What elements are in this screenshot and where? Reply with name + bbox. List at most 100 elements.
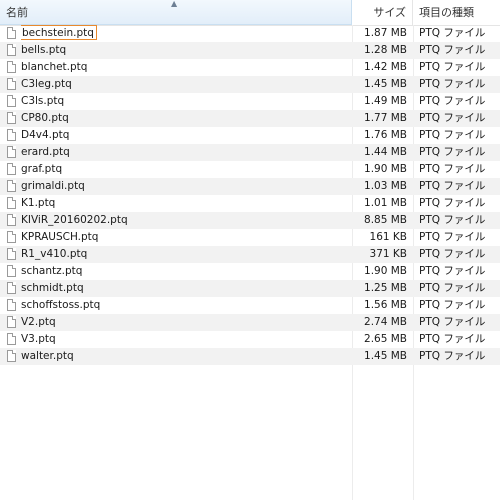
file-size: 1.25 MB <box>364 282 407 294</box>
file-row[interactable]: K1.ptq 1.01 MB PTQ ファイル <box>0 195 500 212</box>
file-type: PTQ ファイル <box>419 248 486 260</box>
file-name-cell: D4v4.ptq <box>21 127 351 144</box>
file-icon <box>7 146 16 158</box>
file-name: D4v4.ptq <box>21 129 70 141</box>
file-size: 1.49 MB <box>364 95 407 107</box>
file-row[interactable]: V2.ptq 2.74 MB PTQ ファイル <box>0 314 500 331</box>
file-name-cell: blanchet.ptq <box>21 59 351 76</box>
file-row[interactable]: grimaldi.ptq 1.03 MB PTQ ファイル <box>0 178 500 195</box>
file-name-cell: KIViR_20160202.ptq <box>21 212 351 229</box>
file-name-cell: grimaldi.ptq <box>21 178 351 195</box>
file-name: graf.ptq <box>21 163 63 175</box>
file-icon <box>7 299 16 311</box>
column-header-row: 名前 ▲ サイズ 項目の種類 <box>0 0 500 26</box>
file-type: PTQ ファイル <box>419 27 486 39</box>
file-row[interactable]: walter.ptq 1.45 MB PTQ ファイル <box>0 348 500 365</box>
file-type: PTQ ファイル <box>419 214 486 226</box>
file-name-cell: bells.ptq <box>21 42 351 59</box>
file-size: 1.87 MB <box>364 27 407 39</box>
column-header-type[interactable]: 項目の種類 <box>414 0 500 25</box>
file-icon <box>7 163 16 175</box>
file-row[interactable]: R1_v410.ptq 371 KB PTQ ファイル <box>0 246 500 263</box>
file-name-cell: C3leg.ptq <box>21 76 351 93</box>
file-size: 1.44 MB <box>364 146 407 158</box>
file-size: 161 KB <box>369 231 407 243</box>
file-row[interactable]: erard.ptq 1.44 MB PTQ ファイル <box>0 144 500 161</box>
file-type: PTQ ファイル <box>419 95 486 107</box>
file-type: PTQ ファイル <box>419 44 486 56</box>
file-row[interactable]: KIViR_20160202.ptq 8.85 MB PTQ ファイル <box>0 212 500 229</box>
file-icon <box>7 316 16 328</box>
file-name: CP80.ptq <box>21 112 69 124</box>
file-rows: bechstein.ptq 1.87 MB PTQ ファイル bells.ptq 1.2… <box>0 25 500 365</box>
file-type: PTQ ファイル <box>419 146 486 158</box>
file-size: 2.74 MB <box>364 316 407 328</box>
file-type: PTQ ファイル <box>419 282 486 294</box>
file-name-cell: walter.ptq <box>21 348 351 365</box>
file-row[interactable]: V3.ptq 2.65 MB PTQ ファイル <box>0 331 500 348</box>
file-size: 1.76 MB <box>364 129 407 141</box>
file-row[interactable]: schmidt.ptq 1.25 MB PTQ ファイル <box>0 280 500 297</box>
file-type: PTQ ファイル <box>419 333 486 345</box>
file-name-cell: CP80.ptq <box>21 110 351 127</box>
file-size: 1.28 MB <box>364 44 407 56</box>
file-name-cell: schantz.ptq <box>21 263 351 280</box>
file-name: schmidt.ptq <box>21 282 84 294</box>
file-row[interactable]: schoffstoss.ptq 1.56 MB PTQ ファイル <box>0 297 500 314</box>
file-type: PTQ ファイル <box>419 78 486 90</box>
file-type: PTQ ファイル <box>419 112 486 124</box>
file-type: PTQ ファイル <box>419 163 486 175</box>
file-size: 8.85 MB <box>364 214 407 226</box>
file-row[interactable]: D4v4.ptq 1.76 MB PTQ ファイル <box>0 127 500 144</box>
file-type: PTQ ファイル <box>419 197 486 209</box>
file-row[interactable]: C3ls.ptq 1.49 MB PTQ ファイル <box>0 93 500 110</box>
file-icon <box>7 129 16 141</box>
file-row[interactable]: CP80.ptq 1.77 MB PTQ ファイル <box>0 110 500 127</box>
file-name: C3leg.ptq <box>21 78 72 90</box>
file-row[interactable]: blanchet.ptq 1.42 MB PTQ ファイル <box>0 59 500 76</box>
file-size: 1.03 MB <box>364 180 407 192</box>
file-type: PTQ ファイル <box>419 299 486 311</box>
file-row[interactable]: bechstein.ptq 1.87 MB PTQ ファイル <box>0 25 500 42</box>
column-header-size[interactable]: サイズ <box>353 0 413 25</box>
file-icon <box>7 350 16 362</box>
file-row[interactable]: bells.ptq 1.28 MB PTQ ファイル <box>0 42 500 59</box>
column-header-name[interactable]: 名前 ▲ <box>0 0 352 25</box>
file-name-cell: V3.ptq <box>21 331 351 348</box>
file-size: 1.56 MB <box>364 299 407 311</box>
file-name-cell: schoffstoss.ptq <box>21 297 351 314</box>
file-list-view[interactable]: 名前 ▲ サイズ 項目の種類 bechstein.ptq 1.87 MB PTQ フ… <box>0 0 500 500</box>
file-icon <box>7 78 16 90</box>
file-name: bechstein.ptq <box>21 25 97 40</box>
file-icon <box>7 333 16 345</box>
file-name: bells.ptq <box>21 44 67 56</box>
file-name: grimaldi.ptq <box>21 180 85 192</box>
file-name-cell: V2.ptq <box>21 314 351 331</box>
file-icon <box>7 180 16 192</box>
file-size: 1.42 MB <box>364 61 407 73</box>
file-row[interactable]: C3leg.ptq 1.45 MB PTQ ファイル <box>0 76 500 93</box>
file-icon <box>7 112 16 124</box>
file-icon <box>7 197 16 209</box>
file-name-cell: graf.ptq <box>21 161 351 178</box>
file-name: KIViR_20160202.ptq <box>21 214 128 226</box>
file-name: K1.ptq <box>21 197 56 209</box>
file-size: 1.90 MB <box>364 163 407 175</box>
file-icon <box>7 61 16 73</box>
file-row[interactable]: KPRAUSCH.ptq 161 KB PTQ ファイル <box>0 229 500 246</box>
file-name: walter.ptq <box>21 350 74 362</box>
file-type: PTQ ファイル <box>419 61 486 73</box>
file-name: V2.ptq <box>21 316 56 328</box>
file-name-cell: schmidt.ptq <box>21 280 351 297</box>
file-type: PTQ ファイル <box>419 350 486 362</box>
file-size: 2.65 MB <box>364 333 407 345</box>
file-size: 1.45 MB <box>364 78 407 90</box>
file-icon <box>7 248 16 260</box>
file-icon <box>7 214 16 226</box>
file-name: R1_v410.ptq <box>21 248 88 260</box>
file-name: schantz.ptq <box>21 265 83 277</box>
file-row[interactable]: schantz.ptq 1.90 MB PTQ ファイル <box>0 263 500 280</box>
file-name: V3.ptq <box>21 333 56 345</box>
file-name-cell: bechstein.ptq <box>21 25 351 42</box>
file-row[interactable]: graf.ptq 1.90 MB PTQ ファイル <box>0 161 500 178</box>
